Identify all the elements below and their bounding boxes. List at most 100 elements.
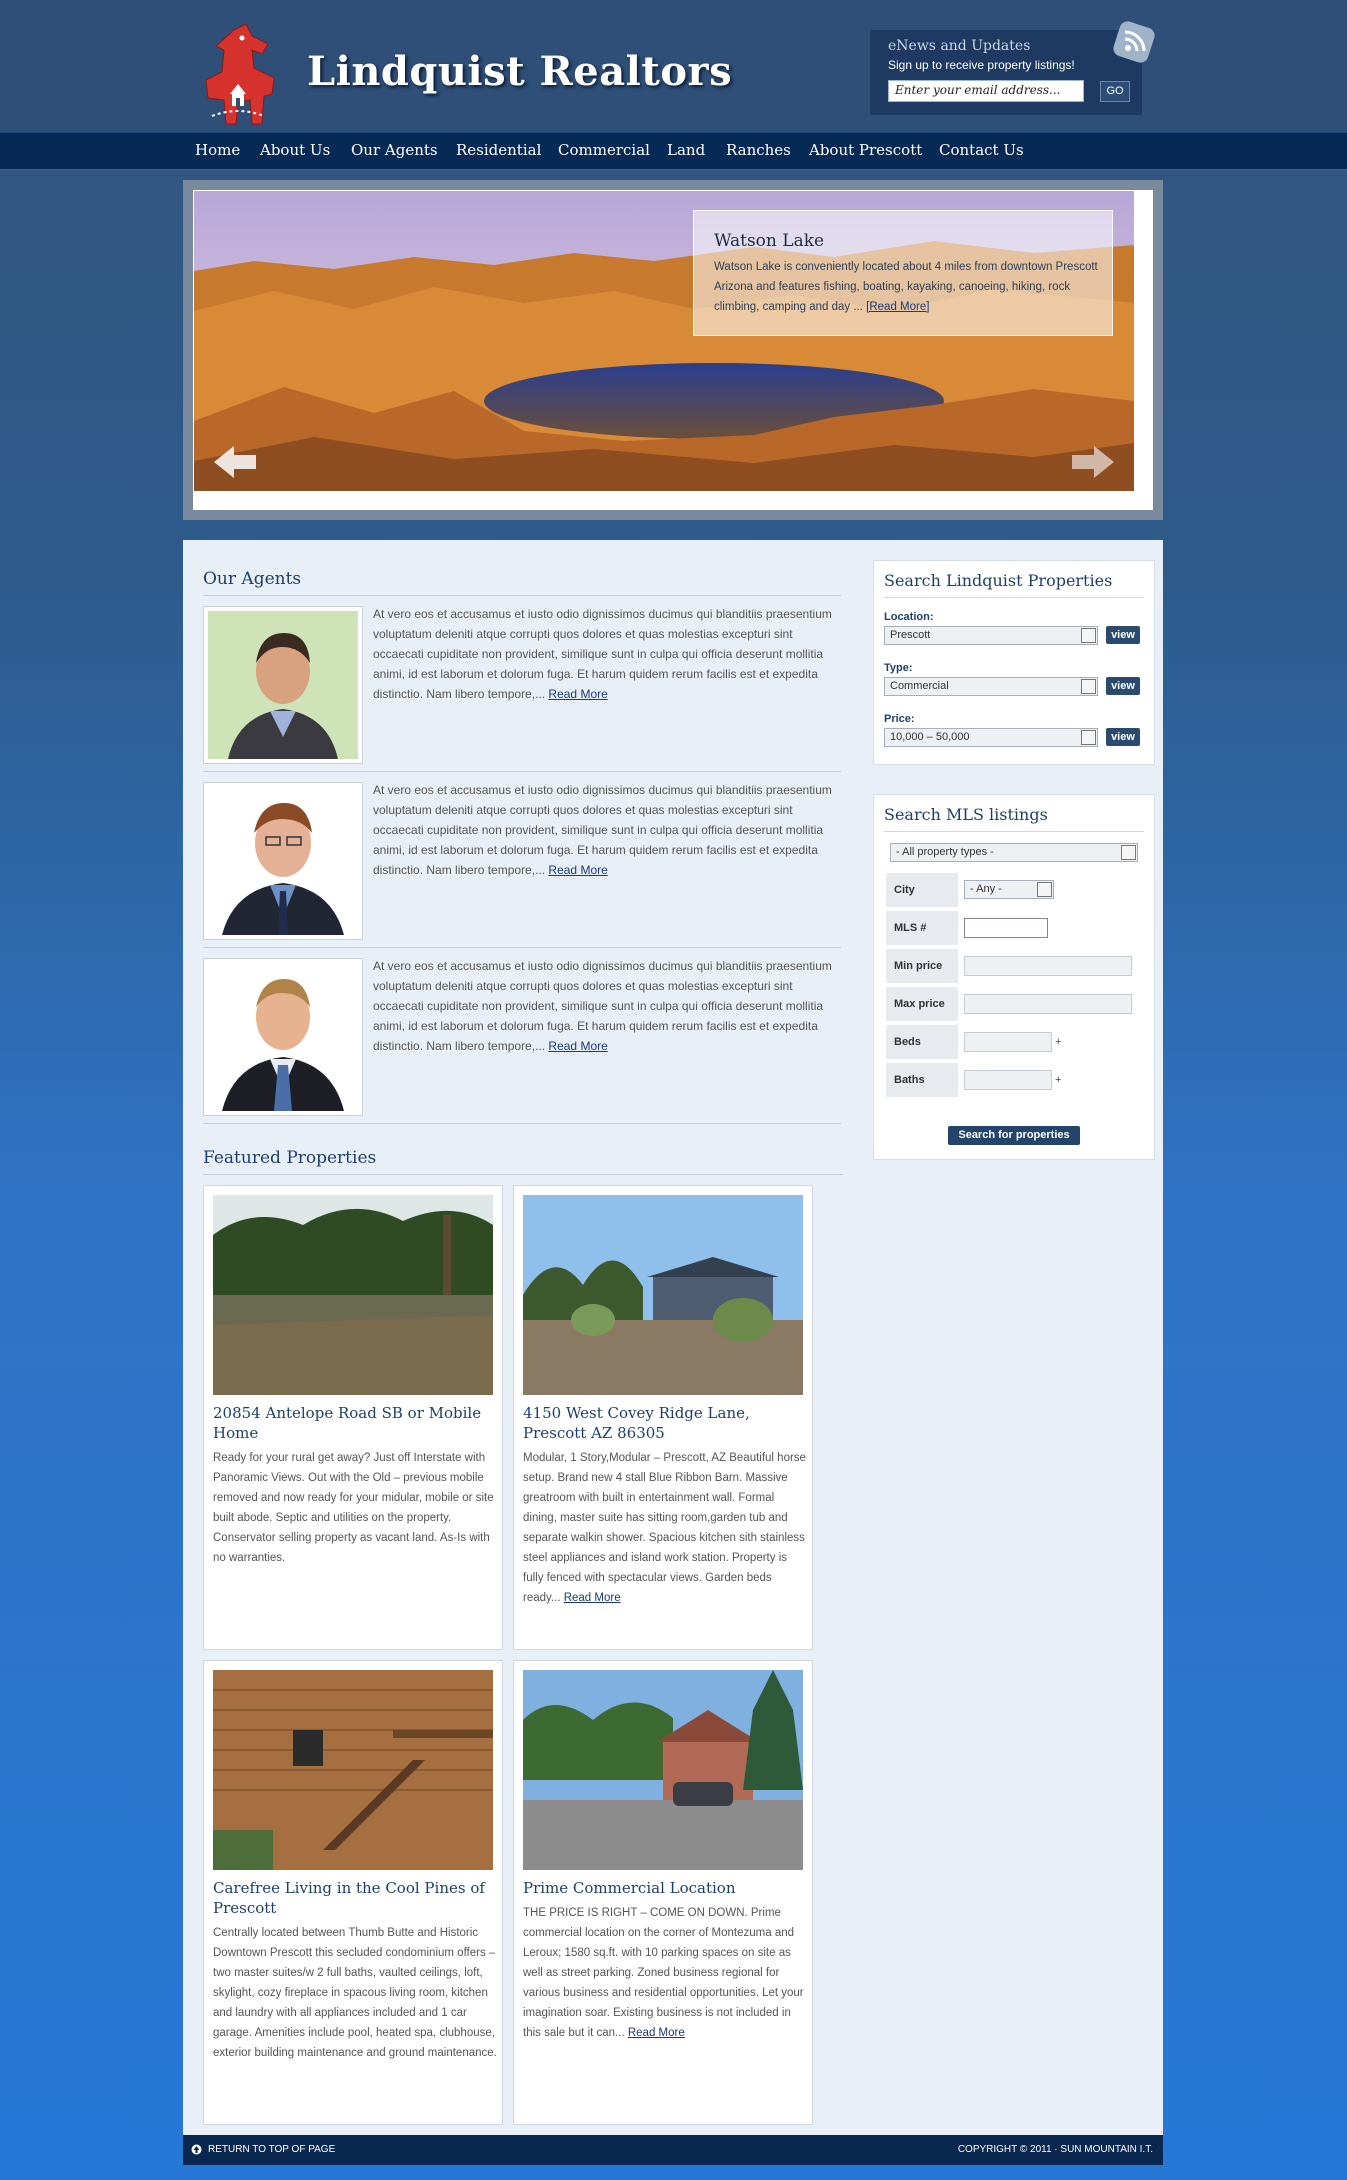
price-label: Price: <box>884 713 915 725</box>
divider <box>203 1174 843 1175</box>
property-description: Ready for your rural get away? Just off … <box>213 1452 494 1564</box>
location-view-button[interactable]: view <box>1106 626 1140 644</box>
site-title[interactable]: Lindquist Realtors <box>307 48 732 95</box>
slider-read-more-link[interactable]: [Read More] <box>866 301 929 313</box>
nav-item-land[interactable]: Land <box>667 141 705 159</box>
chevron-down-icon[interactable] <box>1121 845 1136 860</box>
divider <box>884 831 1144 832</box>
site-footer: Return to top of page Copyright © 2011 ·… <box>183 2135 1163 2165</box>
property-description: Modular, 1 Story,Modular – Prescott, AZ … <box>523 1448 807 1608</box>
min-price-input[interactable] <box>964 956 1132 976</box>
chevron-down-icon[interactable] <box>1037 882 1052 897</box>
nav-item-about-us[interactable]: About Us <box>260 141 330 159</box>
beds-input[interactable] <box>964 1032 1052 1052</box>
max-price-input[interactable] <box>964 994 1132 1014</box>
main-nav: Home About Us Our Agents Residential Com… <box>0 132 1347 170</box>
search-mls-title: Search MLS listings <box>884 805 1048 824</box>
price-select[interactable]: 10,000 – 50,000 <box>884 728 1098 747</box>
city-label: City <box>886 873 958 907</box>
property-title[interactable]: Carefree Living in the Cool Pines of Pre… <box>213 1878 497 1918</box>
property-card-1[interactable]: 20854 Antelope Road SB or Mobile Home Re… <box>203 1185 503 1650</box>
city-value: - Any - <box>970 883 1002 895</box>
arrow-up-icon[interactable] <box>191 2144 202 2155</box>
featured-properties-title: Featured Properties <box>203 1148 377 1168</box>
agent-read-more-link[interactable]: Read More <box>548 687 607 701</box>
copyright-text: Copyright © 2011 · Sun Mountain I.T. <box>957 2144 1153 2155</box>
baths-input[interactable] <box>964 1070 1052 1090</box>
nav-item-commercial[interactable]: Commercial <box>558 141 650 159</box>
chevron-down-icon[interactable] <box>1081 730 1096 745</box>
location-label: Location: <box>884 611 934 623</box>
nav-item-ranches[interactable]: Ranches <box>726 141 791 159</box>
site-header: Lindquist Realtors eNews and Updates Sig… <box>0 0 1347 132</box>
rss-icon[interactable] <box>1112 20 1156 64</box>
property-card-4[interactable]: Prime Commercial Location THE PRICE IS R… <box>513 1660 813 2125</box>
our-agents-title: Our Agents <box>203 569 302 589</box>
price-view-button[interactable]: view <box>1106 728 1140 746</box>
property-image[interactable] <box>523 1195 803 1395</box>
go-button[interactable]: GO <box>1100 81 1130 102</box>
beds-plus: + <box>1055 1036 1062 1048</box>
beds-label: Beds <box>886 1025 958 1059</box>
type-view-button[interactable]: view <box>1106 677 1140 695</box>
city-select[interactable]: - Any - <box>964 880 1054 899</box>
nav-item-about-prescott[interactable]: About Prescott <box>809 141 922 159</box>
baths-plus: + <box>1055 1074 1062 1086</box>
agent-bio-3: At vero eos et accusamus et iusto odio d… <box>373 956 833 1056</box>
property-type-select[interactable]: - All property types - <box>890 843 1138 862</box>
chevron-down-icon[interactable] <box>1081 679 1096 694</box>
location-select[interactable]: Prescott <box>884 626 1098 645</box>
property-read-more-link[interactable]: Read More <box>564 1592 621 1604</box>
divider <box>203 771 841 772</box>
baths-label: Baths <box>886 1063 958 1097</box>
type-label: Type: <box>884 662 913 674</box>
slider-caption: Watson Lake Watson Lake is conveniently … <box>693 210 1113 336</box>
min-price-label: Min price <box>886 949 958 983</box>
search-for-properties-button[interactable]: Search for properties <box>948 1126 1080 1145</box>
agent-read-more-link[interactable]: Read More <box>548 1039 607 1053</box>
agent-photo-1[interactable] <box>203 606 363 764</box>
property-title[interactable]: 4150 West Covey Ridge Lane, Prescott AZ … <box>523 1403 807 1443</box>
agent-photo-3[interactable] <box>203 958 363 1116</box>
slider-caption-title[interactable]: Watson Lake <box>714 231 824 251</box>
agent-read-more-link[interactable]: Read More <box>548 863 607 877</box>
search-mls-widget: Search MLS listings - All property types… <box>873 794 1155 1160</box>
nav-item-residential[interactable]: Residential <box>456 141 541 159</box>
mls-number-label: MLS # <box>886 911 958 945</box>
divider <box>203 947 841 948</box>
property-image[interactable] <box>213 1670 493 1870</box>
divider <box>203 595 841 596</box>
email-input[interactable]: Enter your email address... <box>888 80 1084 102</box>
type-select[interactable]: Commercial <box>884 677 1098 696</box>
search-properties-title: Search Lindquist Properties <box>884 571 1113 590</box>
divider <box>203 1123 841 1124</box>
enews-subtitle: Sign up to receive property listings! <box>888 58 1075 72</box>
property-image[interactable] <box>213 1195 493 1395</box>
nav-item-contact-us[interactable]: Contact Us <box>939 141 1024 159</box>
nav-item-our-agents[interactable]: Our Agents <box>351 141 438 159</box>
content-area: Our Agents At vero eos et accusamus et i… <box>183 540 1163 2135</box>
slider-caption-text: Watson Lake is conveniently located abou… <box>714 257 1104 317</box>
enews-title: eNews and Updates <box>888 38 1031 54</box>
type-value: Commercial <box>890 680 949 692</box>
property-title[interactable]: Prime Commercial Location <box>523 1878 807 1898</box>
property-image[interactable] <box>523 1670 803 1870</box>
slider-next-arrow-icon[interactable] <box>1068 442 1116 482</box>
mls-number-input[interactable] <box>964 918 1048 938</box>
property-description-text: Modular, 1 Story,Modular – Prescott, AZ … <box>523 1452 806 1604</box>
dala-horse-logo-icon[interactable] <box>198 20 294 128</box>
property-read-more-link[interactable]: Read More <box>628 2027 685 2039</box>
nav-item-home[interactable]: Home <box>195 141 240 159</box>
divider <box>884 597 1144 598</box>
chevron-down-icon[interactable] <box>1081 628 1096 643</box>
property-title[interactable]: 20854 Antelope Road SB or Mobile Home <box>213 1403 497 1443</box>
property-card-3[interactable]: Carefree Living in the Cool Pines of Pre… <box>203 1660 503 2125</box>
max-price-label: Max price <box>886 987 958 1021</box>
return-to-top-link[interactable]: Return to top of page <box>208 2144 335 2155</box>
location-value: Prescott <box>890 629 931 641</box>
property-card-2[interactable]: 4150 West Covey Ridge Lane, Prescott AZ … <box>513 1185 813 1650</box>
property-description: Centrally located between Thumb Butte an… <box>213 1927 497 2059</box>
agent-photo-2[interactable] <box>203 782 363 940</box>
slider-prev-arrow-icon[interactable] <box>212 442 260 482</box>
property-type-value: - All property types - <box>896 846 994 858</box>
